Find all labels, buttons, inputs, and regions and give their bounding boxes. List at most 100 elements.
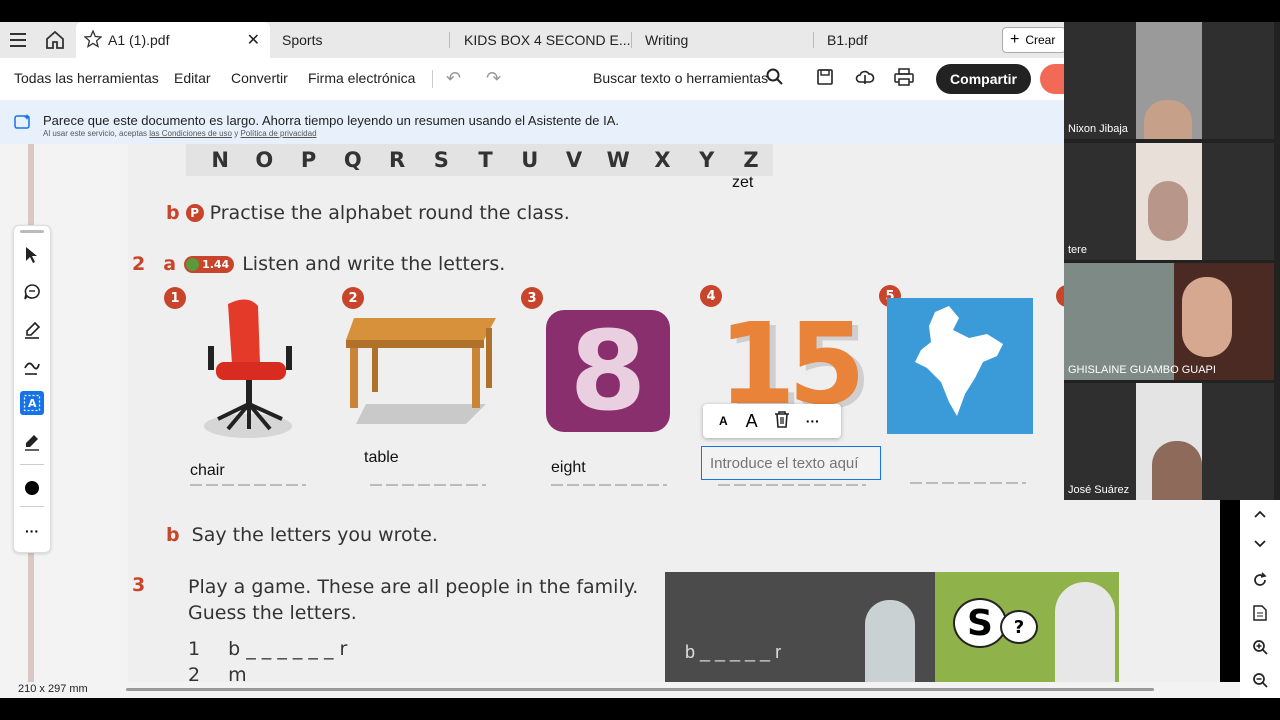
convert-menu[interactable]: Convertir (231, 70, 288, 86)
track-number: 1.44 (202, 257, 230, 271)
teacher-figure (865, 600, 915, 682)
highlighter-icon[interactable] (20, 318, 44, 342)
more-options-button[interactable]: ··· (806, 413, 820, 429)
answer-line-5 (910, 482, 1026, 484)
signature-icon[interactable] (20, 430, 44, 454)
home-icon[interactable] (45, 30, 65, 55)
add-text-icon[interactable]: A (20, 391, 44, 415)
alphabet-letter: N (211, 148, 229, 172)
exercise-text: Listen and write the letters. (242, 253, 506, 275)
ai-assistant-button[interactable] (1040, 64, 1065, 94)
pdf-page: N O P Q R S T U VWX Y Z zet b P Practise the alpha… (128, 144, 1220, 682)
exercise-text: Say the letters you wrote. (191, 524, 438, 546)
draw-icon[interactable] (20, 355, 44, 379)
document-viewport[interactable]: N O P Q R S T U VWX Y Z zet b P Practise the alpha… (0, 144, 1220, 682)
tab-a1-pdf[interactable]: A1 (1).pdf ✕ (76, 22, 270, 58)
answer-line-1 (190, 484, 306, 486)
alphabet-letter: S (433, 148, 449, 172)
trash-icon[interactable] (774, 410, 790, 433)
participant-tile-2[interactable]: tere (1064, 143, 1274, 260)
decrease-font-button[interactable]: A (719, 414, 728, 428)
zoom-out-icon[interactable] (1250, 670, 1270, 690)
board-writing: b _ _ _ _ _ r (685, 642, 782, 662)
page-nav-rail (1240, 500, 1280, 698)
tab-b1-pdf[interactable]: B1.pdf (814, 22, 996, 58)
alphabet-letter: Z (743, 148, 759, 172)
ai-summary-banner: Parece que este documento es largo. Ahor… (0, 100, 1065, 144)
eight-picture: 8 (546, 310, 670, 432)
close-tab-icon[interactable]: ✕ (247, 30, 260, 50)
participant-name: José Suárez (1068, 484, 1130, 496)
save-icon[interactable] (816, 68, 834, 91)
cursor-icon[interactable] (20, 243, 44, 267)
tab-label: Sports (282, 32, 323, 48)
annotation-chair: chair (190, 462, 225, 479)
share-button[interactable]: Compartir (936, 64, 1031, 94)
exercise-3-row-1: 1 b _ _ _ _ _ _ r (188, 638, 347, 660)
esign-menu[interactable]: Firma electrónica (308, 70, 415, 86)
zoom-in-icon[interactable] (1250, 637, 1270, 657)
increase-font-button[interactable]: A (746, 411, 758, 432)
horizontal-scrollbar[interactable] (126, 688, 1154, 691)
svg-text:A: A (28, 397, 37, 410)
alphabet-strip: N O P Q R S T U VWX Y Z (186, 144, 773, 176)
redo-icon[interactable]: ↷ (486, 68, 501, 89)
exercise-2a: 2 a 1.44 Listen and write the letters. (132, 253, 505, 275)
menu-icon[interactable] (10, 31, 30, 54)
participant-tile-3[interactable]: GHISLAINE GUAMBO GUAPI (1064, 263, 1274, 380)
exercise-letter: b (166, 202, 180, 224)
row-number: 2 (188, 664, 201, 682)
color-picker[interactable] (20, 476, 44, 500)
terms-link[interactable]: las Condiciones de uso (149, 129, 232, 138)
alphabet-letter: X (654, 148, 671, 172)
create-button[interactable]: + Crear (1002, 27, 1066, 53)
tab-kids-box[interactable]: KIDS BOX 4 SECOND E... (450, 22, 632, 58)
cd-icon (186, 257, 200, 271)
annotation-toolbar: A ··· (13, 225, 51, 553)
ai-sparkle-icon (14, 113, 32, 136)
participant-tile-1[interactable]: Nixon Jibaja (1064, 22, 1274, 139)
search-tools-link[interactable]: Buscar texto o herramientas (593, 70, 768, 86)
undo-icon[interactable]: ↶ (446, 68, 461, 89)
speech-bubble-s: S (953, 598, 1007, 648)
all-tools-menu[interactable]: Todas las herramientas (14, 70, 159, 86)
drag-handle[interactable] (20, 230, 44, 233)
upload-cloud-icon[interactable] (855, 67, 875, 92)
speech-bubble-question: ? (1000, 610, 1038, 644)
chevron-up-icon[interactable] (1250, 504, 1270, 524)
student-figure (1055, 582, 1115, 682)
annotation-eight: eight (551, 459, 586, 476)
answer-line-4 (718, 484, 866, 486)
alphabet-letter: O (255, 148, 274, 172)
divider (20, 506, 44, 507)
refresh-icon[interactable] (1250, 570, 1270, 590)
tab-writing[interactable]: Writing (632, 22, 814, 58)
page-thumbnail-icon[interactable] (1250, 603, 1270, 623)
banner-legal: Al usar este servicio, aceptas las Condi… (43, 129, 317, 138)
star-icon[interactable] (83, 28, 103, 51)
divider (432, 70, 433, 88)
legal-prefix: Al usar este servicio, aceptas (43, 129, 148, 138)
search-icon[interactable] (766, 68, 784, 91)
exercise-text: Practise the alphabet round the class. (209, 202, 570, 224)
tab-label: A1 (1).pdf (108, 32, 170, 48)
print-icon[interactable] (894, 68, 914, 91)
exercise-letter: a (163, 253, 177, 275)
chevron-down-icon[interactable] (1250, 534, 1270, 554)
row-number: 1 (188, 638, 201, 660)
text-annotation-input[interactable] (701, 446, 881, 480)
exercise-text: Play a game. These are all people in the… (188, 576, 639, 598)
more-tools-button[interactable]: ··· (20, 519, 44, 543)
privacy-link[interactable]: Política de privacidad (240, 129, 316, 138)
exercise-number: 2 (132, 253, 146, 275)
participant-tile-4[interactable]: José Suárez (1064, 383, 1274, 500)
eight-digit: 8 (569, 307, 647, 435)
exercise-number-3: 3 (132, 574, 146, 596)
tab-sports[interactable]: Sports (270, 22, 450, 58)
edit-menu[interactable]: Editar (174, 70, 211, 86)
exercise-text: Guess the letters. (188, 602, 357, 624)
plus-icon: + (1010, 31, 1020, 48)
comment-icon[interactable] (20, 280, 44, 304)
exercise-2b: b Say the letters you wrote. (166, 524, 438, 546)
exercise-1b: b P Practise the alphabet round the clas… (166, 202, 570, 224)
